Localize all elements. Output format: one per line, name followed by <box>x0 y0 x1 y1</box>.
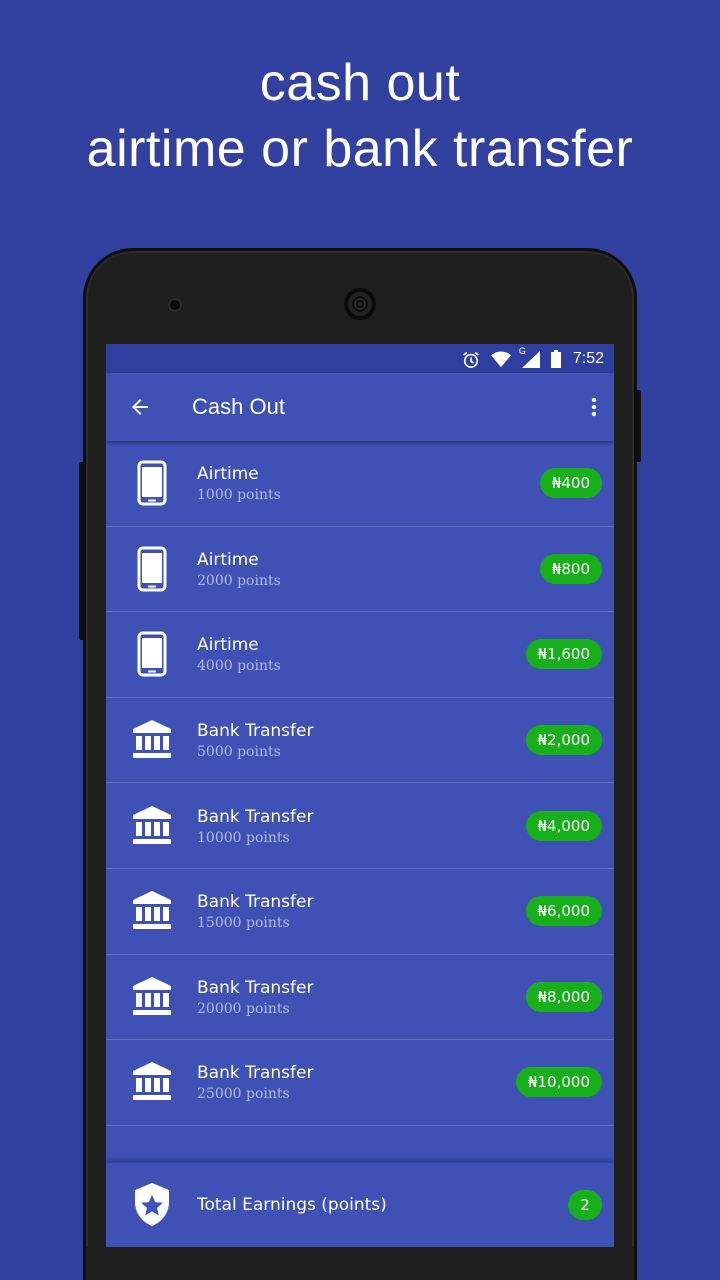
cashout-option-row[interactable]: Bank Transfer 10000 points ₦4,000 <box>106 783 614 869</box>
option-type-label: Airtime <box>197 464 259 485</box>
phone-icon <box>106 612 197 697</box>
option-type-label: Bank Transfer <box>197 1063 314 1084</box>
bank-icon <box>106 783 197 868</box>
total-earnings-bar: Total Earnings (points) 2 <box>106 1163 614 1247</box>
cashout-option-row[interactable]: Airtime 4000 points ₦1,600 <box>106 612 614 698</box>
status-time: 7:52 <box>572 349 604 367</box>
option-amount-badge: ₦8,000 <box>525 981 602 1012</box>
arrow-back-icon <box>132 399 148 415</box>
option-amount-badge: ₦400 <box>539 468 602 499</box>
promo-headline: cash out airtime or bank transfer <box>0 50 720 182</box>
option-points-label: 2000 points <box>197 572 281 589</box>
phone-bottom-bezel <box>86 1247 634 1280</box>
earpiece-speaker <box>344 288 376 320</box>
signal-icon: G <box>519 346 541 368</box>
cashout-option-row[interactable]: Bank Transfer 15000 points ₦6,000 <box>106 869 614 955</box>
option-amount-badge: ₦4,000 <box>525 810 602 841</box>
option-points-label: 25000 points <box>197 1086 290 1103</box>
front-camera <box>168 298 182 312</box>
cashout-option-row[interactable]: Airtime 2000 points ₦800 <box>106 527 614 613</box>
promo-line-2: airtime or bank transfer <box>86 120 634 178</box>
option-points-label: 15000 points <box>197 915 290 932</box>
option-points-label: 10000 points <box>197 829 290 846</box>
cashout-option-row[interactable]: Bank Transfer 20000 points ₦8,000 <box>106 955 614 1041</box>
bank-icon <box>106 698 197 783</box>
option-type-label: Bank Transfer <box>197 892 314 913</box>
option-points-label: 5000 points <box>197 744 281 761</box>
phone-icon <box>106 441 197 526</box>
phone-icon <box>106 527 197 612</box>
option-type-label: Airtime <box>197 549 259 570</box>
more-vert-icon <box>591 397 597 417</box>
cashout-option-row[interactable]: Bank Transfer 5000 points ₦2,000 <box>106 698 614 784</box>
shield-star-icon <box>106 1182 197 1228</box>
bank-icon <box>106 869 197 954</box>
phone-screen: G 7:52 Cash Out Airtime 1000 points ₦400… <box>106 344 614 1247</box>
cashout-options-list: Airtime 1000 points ₦400 Airtime 2000 po… <box>106 441 614 1126</box>
option-type-label: Bank Transfer <box>197 721 314 742</box>
option-amount-badge: ₦10,000 <box>515 1067 602 1098</box>
option-type-label: Bank Transfer <box>197 806 314 827</box>
network-type-label: G <box>518 345 526 356</box>
option-amount-badge: ₦6,000 <box>525 896 602 927</box>
bank-icon <box>106 1040 197 1125</box>
option-amount-badge: ₦2,000 <box>525 725 602 756</box>
app-bar: Cash Out <box>106 373 614 441</box>
option-points-label: 4000 points <box>197 658 281 675</box>
option-points-label: 1000 points <box>197 487 281 504</box>
alarm-icon <box>461 350 481 368</box>
back-button[interactable] <box>108 373 172 441</box>
total-earnings-label: Total Earnings (points) <box>197 1195 387 1215</box>
page-title: Cash Out <box>192 394 285 419</box>
option-amount-badge: ₦1,600 <box>525 639 602 670</box>
overflow-menu-button[interactable] <box>574 373 614 441</box>
battery-icon <box>550 349 562 368</box>
wifi-icon <box>490 350 511 368</box>
option-type-label: Bank Transfer <box>197 977 314 998</box>
option-amount-badge: ₦800 <box>539 553 602 584</box>
total-earnings-badge: 2 <box>568 1190 602 1220</box>
cashout-option-row[interactable]: Airtime 1000 points ₦400 <box>106 441 614 527</box>
option-points-label: 20000 points <box>197 1000 290 1017</box>
cashout-option-row[interactable]: Bank Transfer 25000 points ₦10,000 <box>106 1040 614 1126</box>
option-type-label: Airtime <box>197 635 259 656</box>
promo-line-1: cash out <box>259 54 461 112</box>
bank-icon <box>106 955 197 1040</box>
status-bar: G 7:52 <box>106 344 614 373</box>
